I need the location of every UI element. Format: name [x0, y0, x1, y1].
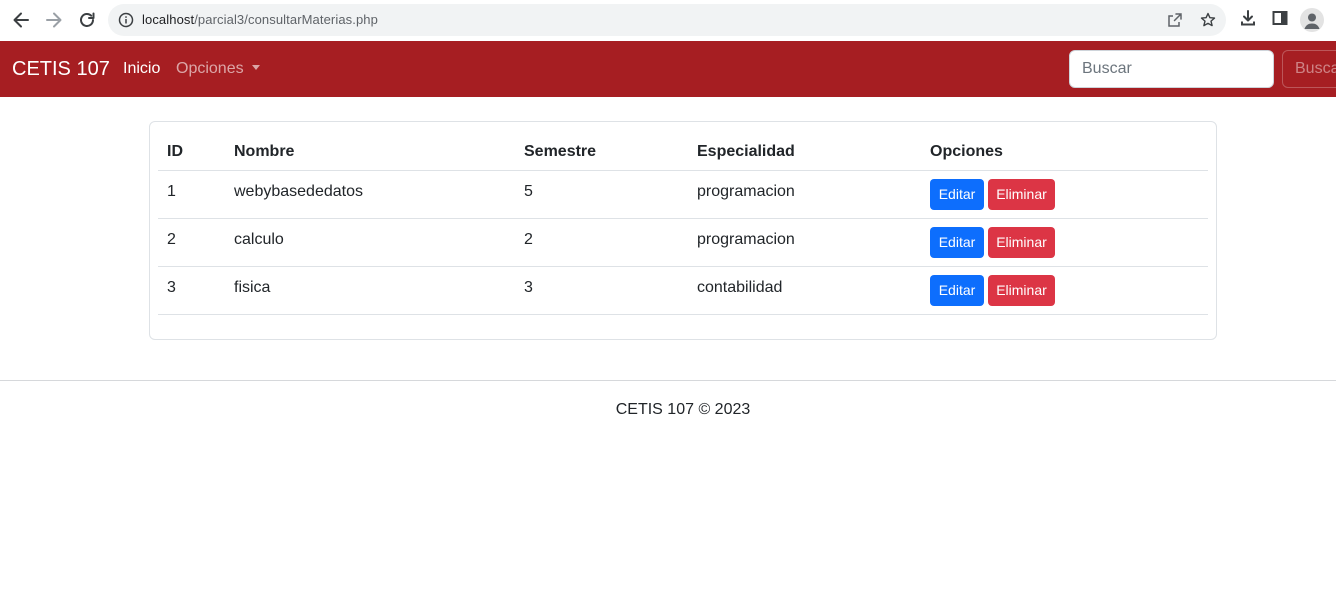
delete-button[interactable]: Eliminar	[988, 179, 1055, 210]
table-row: 3 fisica 3 contabilidad Editar Eliminar	[158, 267, 1208, 315]
table-header-row: ID Nombre Semestre Especialidad Opciones	[158, 130, 1208, 171]
edit-button[interactable]: Editar	[930, 227, 984, 258]
edit-button[interactable]: Editar	[930, 179, 984, 210]
delete-button[interactable]: Eliminar	[988, 275, 1055, 306]
header-opciones: Opciones	[930, 143, 1003, 160]
caret-down-icon	[251, 65, 260, 70]
edit-button[interactable]: Editar	[930, 275, 984, 306]
cell-semestre: 5	[524, 183, 533, 200]
browser-toolbar: localhost/parcial3/consultarMaterias.php	[0, 0, 1336, 41]
profile-icon[interactable]	[1300, 8, 1324, 32]
cell-id: 3	[167, 279, 176, 296]
table-row: 1 webybasededatos 5 programacion Editar …	[158, 171, 1208, 219]
info-icon[interactable]	[118, 12, 134, 33]
search-input[interactable]	[1069, 50, 1274, 88]
cell-nombre: fisica	[234, 279, 271, 296]
url-text: localhost/parcial3/consultarMaterias.php	[142, 12, 378, 28]
app-navbar: CETIS 107 Inicio Opciones Buscar	[0, 41, 1336, 97]
footer-divider	[0, 380, 1336, 381]
footer-text: CETIS 107 © 2023	[615, 401, 751, 418]
nav-dropdown-opciones[interactable]: Opciones	[176, 59, 260, 79]
brand-link[interactable]: CETIS 107	[12, 57, 110, 81]
search-button[interactable]: Buscar	[1282, 50, 1336, 88]
header-especialidad: Especialidad	[697, 143, 795, 160]
header-nombre: Nombre	[234, 143, 295, 160]
materias-table: ID Nombre Semestre Especialidad Opciones…	[158, 130, 1208, 315]
cell-nombre: calculo	[234, 231, 284, 248]
forward-arrow-icon[interactable]	[42, 8, 66, 32]
cell-especialidad: programacion	[697, 183, 795, 200]
cell-nombre: webybasededatos	[234, 183, 363, 200]
nav-link-inicio[interactable]: Inicio	[123, 59, 160, 79]
share-icon[interactable]	[1167, 12, 1183, 33]
delete-button[interactable]: Eliminar	[988, 227, 1055, 258]
back-arrow-icon[interactable]	[9, 8, 33, 32]
table-row: 2 calculo 2 programacion Editar Eliminar	[158, 219, 1208, 267]
cell-semestre: 3	[524, 279, 533, 296]
nav-dropdown-label: Opciones	[176, 60, 244, 77]
url-path: /parcial3/consultarMaterias.php	[194, 12, 378, 27]
url-host: localhost	[142, 12, 195, 27]
cell-especialidad: contabilidad	[697, 279, 783, 296]
cell-especialidad: programacion	[697, 231, 795, 248]
download-icon[interactable]	[1239, 9, 1257, 32]
address-bar[interactable]: localhost/parcial3/consultarMaterias.php	[108, 4, 1226, 36]
cell-id: 1	[167, 183, 176, 200]
header-semestre: Semestre	[524, 143, 597, 160]
cell-semestre: 2	[524, 231, 533, 248]
side-panel-icon[interactable]	[1271, 9, 1289, 32]
materias-card: ID Nombre Semestre Especialidad Opciones…	[149, 121, 1217, 340]
reload-icon[interactable]	[75, 8, 99, 32]
cell-id: 2	[167, 231, 176, 248]
star-icon[interactable]	[1200, 12, 1216, 33]
header-id: ID	[167, 143, 183, 160]
